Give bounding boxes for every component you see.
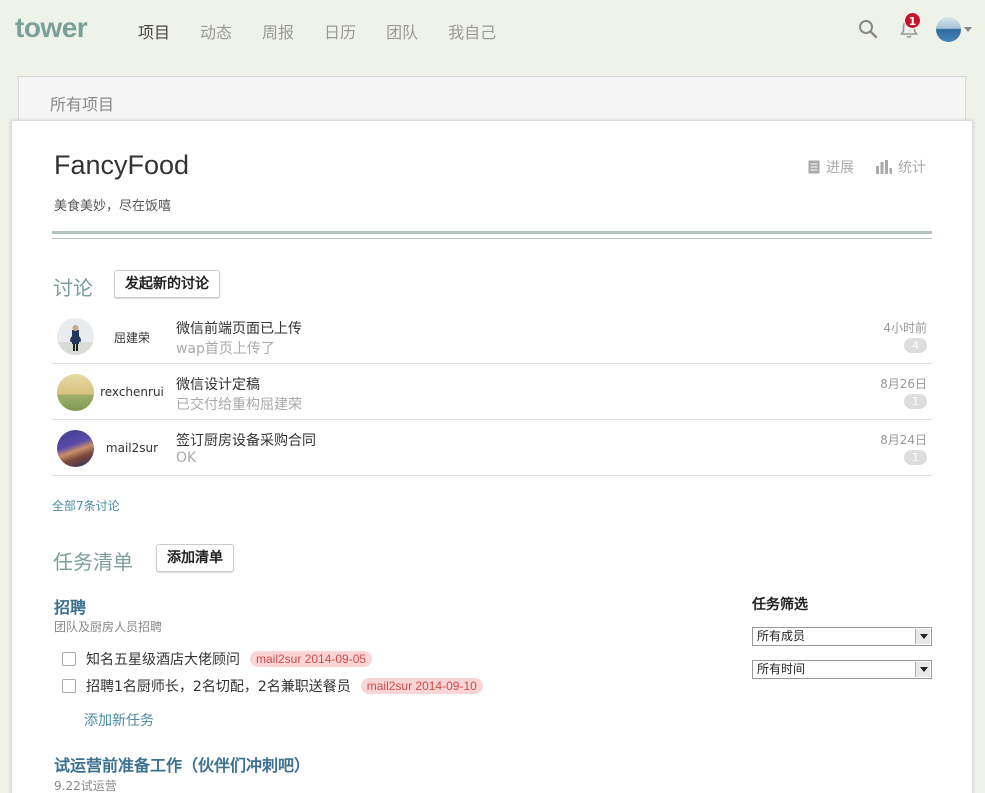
search-icon[interactable] <box>858 19 878 39</box>
main-nav: 项目 动态 周报 日历 团队 我自己 <box>138 19 526 43</box>
comment-count-badge: 4 <box>904 338 927 353</box>
todo-checkbox[interactable] <box>62 679 76 693</box>
todo-text[interactable]: 知名五星级酒店大佬顾问 <box>86 649 240 669</box>
add-todo-link[interactable]: 添加新任务 <box>84 710 154 730</box>
chevron-down-icon <box>915 629 930 644</box>
divider <box>52 238 932 239</box>
all-projects-link[interactable]: 所有项目 <box>50 91 114 115</box>
todo-item: 知名五星级酒店大佬顾问 mail2sur 2014-09-05 <box>62 649 373 669</box>
discussion-excerpt: wap首页上传了 <box>176 341 275 357</box>
discussion-time: 4小时前 <box>883 321 927 335</box>
avatar <box>57 430 94 467</box>
discussion-author[interactable]: rexchenrui <box>97 385 167 399</box>
nav-item-activity[interactable]: 动态 <box>200 19 232 43</box>
stats-label: 统计 <box>898 160 926 176</box>
todo-assignee-due-tag: mail2sur 2014-09-10 <box>360 678 483 694</box>
avatar <box>57 318 94 355</box>
nav-item-me[interactable]: 我自己 <box>448 19 496 43</box>
notification-badge[interactable]: 1 <box>904 12 921 29</box>
discussion-title[interactable]: 签订厨房设备采购合同 <box>176 430 316 450</box>
discussion-excerpt: OK <box>176 450 197 466</box>
discussion-title[interactable]: 微信设计定稿 <box>176 374 260 394</box>
user-avatar[interactable] <box>936 17 961 42</box>
discussion-row[interactable]: mail2sur 签订厨房设备采购合同 OK 8月24日 1 <box>52 420 932 476</box>
project-panel: FancyFood 美食美妙，尽在饭嘻 进展 统计 讨论 发起新的讨论 屈建荣 … <box>11 120 973 793</box>
add-list-button[interactable]: 添加清单 <box>156 544 234 572</box>
todo-checkbox[interactable] <box>62 652 76 666</box>
discussions-heading: 讨论 <box>53 276 93 300</box>
logo[interactable]: tower <box>15 12 88 44</box>
member-filter-value: 所有成员 <box>757 629 806 643</box>
chevron-down-icon <box>915 662 930 677</box>
nav-item-calendar[interactable]: 日历 <box>324 19 356 43</box>
nav-item-projects[interactable]: 项目 <box>138 19 170 43</box>
member-filter-select[interactable]: 所有成员 <box>752 627 932 646</box>
time-filter-select[interactable]: 所有时间 <box>752 660 932 679</box>
progress-link[interactable]: 进展 <box>808 157 854 177</box>
project-title: FancyFood <box>54 150 190 180</box>
new-discussion-button[interactable]: 发起新的讨论 <box>114 270 220 298</box>
discussion-author[interactable]: 屈建荣 <box>97 329 167 346</box>
nav-item-team[interactable]: 团队 <box>386 19 418 43</box>
breadcrumb: 所有项目 <box>18 76 966 124</box>
comment-count-badge: 1 <box>904 450 927 465</box>
all-discussions-link[interactable]: 全部7条讨论 <box>52 497 120 514</box>
todolists-heading: 任务清单 <box>53 550 133 574</box>
todolist-description: 团队及厨房人员招聘 <box>54 620 163 634</box>
chevron-down-icon[interactable] <box>964 27 972 32</box>
discussion-row[interactable]: rexchenrui 微信设计定稿 已交付给重构屈建荣 8月26日 1 <box>52 364 932 420</box>
discussion-time: 8月26日 <box>880 377 927 391</box>
discussion-list: 屈建荣 微信前端页面已上传 wap首页上传了 4小时前 4 rexchenrui… <box>52 308 932 476</box>
discussion-time: 8月24日 <box>880 433 927 447</box>
nav-item-weekly[interactable]: 周报 <box>262 19 294 43</box>
discussion-title[interactable]: 微信前端页面已上传 <box>176 318 302 338</box>
discussion-excerpt: 已交付给重构屈建荣 <box>176 397 302 413</box>
divider <box>52 231 932 234</box>
todolist-title[interactable]: 招聘 <box>54 594 86 618</box>
discussion-author[interactable]: mail2sur <box>97 441 167 455</box>
todo-text[interactable]: 招聘1名厨师长，2名切配，2名兼职送餐员 <box>86 676 351 696</box>
bar-chart-icon <box>876 160 892 174</box>
todolist-title[interactable]: 试运营前准备工作（伙伴们冲刺吧） <box>54 752 310 776</box>
project-description: 美食美妙，尽在饭嘻 <box>54 199 172 214</box>
progress-label: 进展 <box>826 160 854 176</box>
comment-count-badge: 1 <box>904 394 927 409</box>
todo-item: 招聘1名厨师长，2名切配，2名兼职送餐员 mail2sur 2014-09-10 <box>62 676 483 696</box>
discussion-row[interactable]: 屈建荣 微信前端页面已上传 wap首页上传了 4小时前 4 <box>52 308 932 364</box>
time-filter-value: 所有时间 <box>757 662 806 676</box>
todo-assignee-due-tag: mail2sur 2014-09-05 <box>250 651 373 667</box>
stats-link[interactable]: 统计 <box>876 157 926 177</box>
todolist-description: 9.22试运营 <box>54 779 117 793</box>
task-filter-heading: 任务筛选 <box>752 597 808 613</box>
top-navbar: tower 项目 动态 周报 日历 团队 我自己 1 <box>0 0 985 60</box>
avatar <box>57 374 94 411</box>
document-icon <box>808 160 820 174</box>
